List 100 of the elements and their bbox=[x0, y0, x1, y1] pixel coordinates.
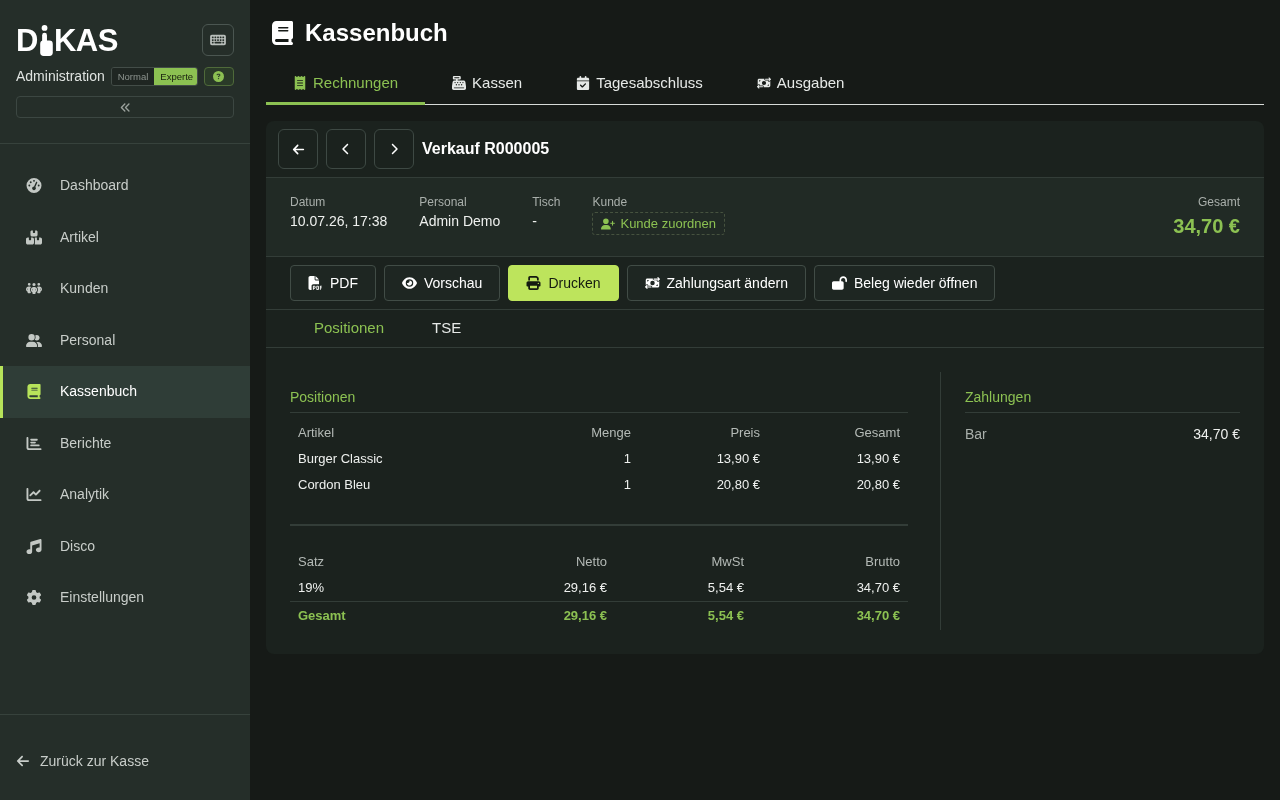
arrow-left-icon bbox=[291, 142, 305, 156]
settings-icon bbox=[26, 590, 42, 606]
nav-label: Artikel bbox=[60, 227, 99, 247]
table-cell-text: 13,90 € bbox=[855, 450, 901, 468]
nav-label: Analytik bbox=[60, 485, 110, 505]
table-cell-text: Burger Classic bbox=[297, 450, 384, 468]
mode-toggle-option[interactable]: Normal bbox=[111, 68, 155, 85]
help-icon bbox=[213, 71, 225, 82]
table-cell-text: 29,16 € bbox=[562, 579, 608, 597]
subtab[interactable]: Positionen bbox=[290, 310, 409, 347]
keyboard-icon bbox=[210, 33, 226, 47]
table-cell-text: 20,80 € bbox=[855, 476, 901, 494]
sidebar-item[interactable]: Disco bbox=[0, 520, 250, 572]
nav-label: Berichte bbox=[60, 433, 112, 453]
table-cell-text: 19% bbox=[297, 579, 326, 597]
bar-chart-icon bbox=[26, 435, 42, 451]
table-cell-text: 34,70 € bbox=[855, 579, 901, 597]
sidebar-item[interactable]: Kunden bbox=[0, 263, 250, 315]
printer-icon bbox=[526, 276, 542, 290]
people-group-icon bbox=[26, 281, 42, 297]
help-button[interactable] bbox=[203, 67, 234, 86]
user-plus-icon bbox=[601, 217, 616, 230]
sidebar-item[interactable]: Artikel bbox=[0, 211, 250, 263]
banknote-arrows-icon bbox=[756, 76, 771, 90]
sidebar-item[interactable]: Personal bbox=[0, 314, 250, 366]
table-cell-text: 29,16 € bbox=[562, 607, 608, 625]
field-label: Tisch bbox=[532, 194, 561, 210]
receipt-icon bbox=[293, 76, 307, 90]
column-header: Menge bbox=[590, 424, 632, 442]
field-label: Personal bbox=[419, 194, 468, 210]
column-header: Netto bbox=[574, 553, 608, 571]
table-cell-text: Cordon Bleu bbox=[297, 476, 372, 494]
book-icon bbox=[272, 21, 293, 45]
column-header: Brutto bbox=[864, 553, 901, 571]
page-title: Kassenbuch bbox=[305, 18, 448, 48]
nav-label: Dashboard bbox=[60, 176, 129, 196]
book-icon bbox=[26, 384, 42, 400]
subtab[interactable]: TSE bbox=[408, 310, 486, 347]
nav-label: Personal bbox=[60, 330, 116, 350]
tab[interactable]: Kassen bbox=[425, 64, 550, 105]
action-button[interactable]: Vorschau bbox=[384, 265, 501, 301]
subtitle: Administration bbox=[16, 67, 105, 86]
pointing-finger-icon bbox=[38, 24, 53, 56]
sidebar-item[interactable]: Einstellungen bbox=[0, 572, 250, 624]
pdf-file-icon bbox=[308, 276, 323, 290]
table-cell-text: 34,70 € bbox=[855, 607, 901, 625]
sidebar-item[interactable]: Berichte bbox=[0, 417, 250, 469]
section-heading: Positionen bbox=[290, 372, 908, 413]
arrow-left-icon bbox=[16, 754, 30, 768]
gauge-icon bbox=[26, 178, 42, 194]
nav-label: Einstellungen bbox=[60, 588, 145, 608]
action-button[interactable]: Beleg wieder öffnen bbox=[813, 265, 996, 301]
sidebar-item[interactable]: Dashboard bbox=[0, 160, 250, 212]
two-people-icon bbox=[26, 332, 42, 348]
payment-method: Bar bbox=[965, 424, 987, 444]
action-button[interactable]: Zahlungsart ändern bbox=[626, 265, 806, 301]
logo-text: D bbox=[16, 24, 38, 56]
tab[interactable]: Tagesabschluss bbox=[549, 64, 730, 105]
nav-label: Disco bbox=[60, 536, 95, 556]
field-label: Kunde bbox=[592, 194, 629, 210]
stacked-boxes-icon bbox=[26, 229, 42, 245]
total-amount: 34,70 € bbox=[1173, 214, 1240, 239]
line-chart-icon bbox=[26, 487, 42, 503]
open-padlock-icon bbox=[831, 276, 847, 290]
table-cell-text: 5,54 € bbox=[706, 607, 745, 625]
nav-label: Kassenbuch bbox=[60, 382, 138, 402]
column-header: MwSt bbox=[710, 553, 745, 571]
music-note-icon bbox=[26, 538, 42, 554]
logo-text: KAS bbox=[53, 24, 118, 56]
column-header: Satz bbox=[297, 553, 325, 571]
sidebar-item[interactable]: Analytik bbox=[0, 469, 250, 521]
nav-label: Kunden bbox=[60, 279, 109, 299]
column-header: Artikel bbox=[297, 424, 336, 442]
cash-register-icon bbox=[452, 76, 467, 90]
tab[interactable]: Rechnungen bbox=[266, 64, 426, 105]
table-cell-text: 13,90 € bbox=[715, 450, 761, 468]
sidebar-item[interactable]: Kassenbuch bbox=[0, 366, 250, 418]
banknote-arrows-icon bbox=[644, 276, 660, 290]
section-heading: Zahlungen bbox=[965, 372, 1240, 413]
action-button[interactable]: Drucken bbox=[508, 265, 619, 301]
double-chevron-left-icon bbox=[119, 101, 131, 113]
assign-customer-button[interactable]: Kunde zuordnen bbox=[592, 212, 725, 235]
calendar-check-icon bbox=[576, 76, 591, 90]
table-cell-text: 1 bbox=[622, 450, 632, 468]
eye-icon bbox=[402, 276, 417, 290]
table-cell-text: 1 bbox=[622, 476, 632, 494]
keyboard-button[interactable] bbox=[202, 24, 234, 56]
total-label: Gesamt bbox=[1198, 194, 1240, 210]
field-value: 10.07.26, 17:38 bbox=[290, 212, 388, 231]
link-label: Zurück zur Kasse bbox=[40, 752, 149, 771]
mode-toggle-option[interactable]: Experte bbox=[154, 68, 197, 85]
tab[interactable]: Ausgaben bbox=[729, 64, 872, 105]
table-cell-text: 5,54 € bbox=[706, 579, 745, 597]
back-button[interactable] bbox=[278, 129, 318, 169]
field-value: - bbox=[532, 212, 538, 231]
back-to-register-link[interactable]: Zurück zur Kasse bbox=[16, 751, 234, 771]
field-value: Admin Demo bbox=[419, 212, 501, 231]
action-button[interactable]: PDF bbox=[290, 265, 376, 301]
field-label: Datum bbox=[290, 194, 327, 210]
table-cell-text: Gesamt bbox=[297, 607, 347, 625]
